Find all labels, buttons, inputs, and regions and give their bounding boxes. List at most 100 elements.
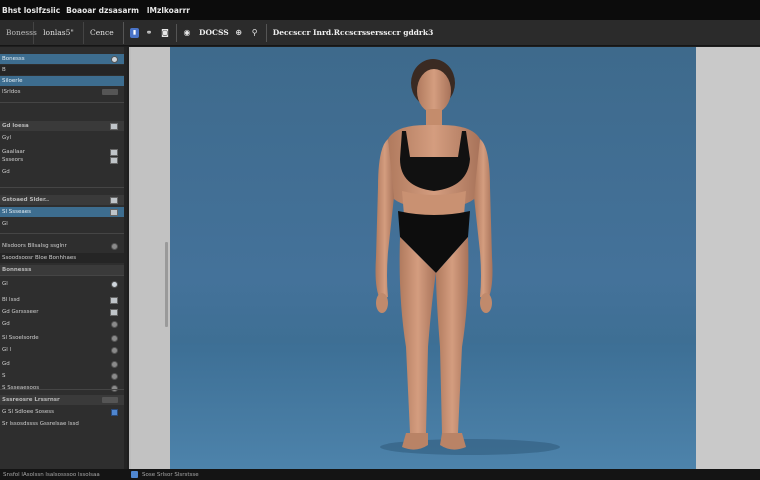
panel-row[interactable]: B xyxy=(0,65,124,75)
panel-row-label: Gl xyxy=(2,281,8,287)
panel-row-label: Gl l xyxy=(2,347,12,353)
panel-row[interactable]: Gd xyxy=(0,319,124,329)
panel-row[interactable]: Ssoodsoosr Bloe Bonhhaes xyxy=(0,253,124,263)
panel-divider xyxy=(0,389,124,390)
link-icon[interactable]: ⚭ xyxy=(143,27,155,39)
panel-row-label: S xyxy=(2,373,6,379)
dial-icon[interactable] xyxy=(111,242,118,250)
dial-icon[interactable] xyxy=(111,320,118,328)
tab-active[interactable]: lonlas5" xyxy=(34,21,84,44)
panel-row-label: Bonnesss xyxy=(2,267,32,273)
panel-row-label: B xyxy=(2,67,6,73)
panel-row[interactable]: S xyxy=(0,371,124,381)
panel-row[interactable]: Nlsdoors Bllsalsg ssglnr xyxy=(0,241,124,251)
status-bar: Snsfol lAsolssn lsalsosssoo lssolsaa Sos… xyxy=(0,469,760,480)
viewport-right-margin xyxy=(696,47,760,469)
info-icon[interactable]: ⊕ xyxy=(233,27,245,39)
title-bar: Bhst loslfzsiic Boaoar dzsasarm lMzlkoar… xyxy=(0,0,760,20)
pin-icon[interactable]: ⚲ xyxy=(249,27,261,39)
panel-row[interactable]: Ssseors xyxy=(0,155,124,165)
panel-row[interactable]: lSrldos xyxy=(0,87,124,97)
render-scene[interactable] xyxy=(170,47,696,469)
panel-row-label: Gd loesa xyxy=(2,123,29,129)
panel-row-label: Sr lssosdssss Gssrelsae lssd xyxy=(2,421,79,427)
panel-row-label: Sl Ssoelsorde xyxy=(2,335,39,341)
panel-row-label: Bl lssd xyxy=(2,297,20,303)
tab-scene[interactable]: Cence xyxy=(84,21,124,44)
panel-row[interactable]: Bl lssd xyxy=(0,295,124,305)
panel-row[interactable]: Gl l xyxy=(0,345,124,355)
panel-divider xyxy=(0,233,124,234)
title-part-3: lMzlkoarrr xyxy=(146,5,190,15)
panel-row-label: lSrldos xyxy=(2,89,21,95)
file-label: Deccsccr Inrd.Rccscrsserssccr gddrk3 xyxy=(272,28,434,37)
value-field[interactable] xyxy=(102,89,118,95)
swatch-button[interactable] xyxy=(110,196,118,204)
panel-row[interactable]: G Sl Sdloee Sosess xyxy=(0,407,124,417)
tab-bones[interactable]: Bonesss xyxy=(0,21,37,44)
viewport-scrollbar[interactable] xyxy=(165,242,168,327)
panel-row[interactable]: Gl xyxy=(0,279,124,289)
panel-row-label: Gd xyxy=(2,169,10,175)
swatch-button[interactable] xyxy=(110,308,118,316)
camera-icon[interactable]: ◙ xyxy=(159,27,171,39)
panel-row[interactable]: Gd Gsrssseer xyxy=(0,307,124,317)
panel-row[interactable]: Gd xyxy=(0,167,124,177)
panel-row-label: Siloerle xyxy=(2,78,23,84)
panel-row-label: Nlsdoors Bllsalsg ssglnr xyxy=(2,243,67,249)
panel-row-label: G Sl Sdloee Sosess xyxy=(2,409,55,415)
panel-scrollbar[interactable] xyxy=(124,47,127,469)
panel-row[interactable]: Sl Ssoelsorde xyxy=(0,333,124,343)
panel-row[interactable]: Sl Ssseaes xyxy=(0,207,124,217)
view-label[interactable]: DOCSS xyxy=(199,28,229,37)
panel-row-label: Gd xyxy=(2,321,10,327)
panel-row-label: Bonesss xyxy=(2,56,25,62)
panel-row[interactable]: Sssreosre Lrssrnsr xyxy=(0,395,124,405)
dial-icon[interactable] xyxy=(111,372,118,380)
value-field[interactable] xyxy=(102,397,118,403)
swatch-button[interactable] xyxy=(110,208,118,216)
toolbar-divider xyxy=(176,23,177,42)
panel-row[interactable]: S Ssseaesoos xyxy=(0,383,124,393)
panel-divider xyxy=(0,187,124,188)
dial-icon[interactable] xyxy=(111,55,118,63)
panel-row[interactable]: Bonesss xyxy=(0,54,124,64)
panel-row-label: Gd xyxy=(2,361,10,367)
panel-row-label: Gl xyxy=(2,221,8,227)
dial-icon[interactable] xyxy=(111,384,118,392)
panel-row[interactable]: Siloerle xyxy=(0,76,124,86)
figure-model[interactable] xyxy=(170,47,696,469)
panel-row-label: Gd Gsrssseer xyxy=(2,309,39,315)
status-left-text: Snsfol lAsolssn lsalsosssoo lssolsaa xyxy=(3,471,100,478)
undo-icon[interactable]: ◉ xyxy=(181,27,193,39)
toolbar: Bonesss lonlas5" Cence ▮ ⚭ ◙ ◉ DOCSS ⊕ ⚲… xyxy=(0,20,760,46)
swatch-button[interactable] xyxy=(110,122,118,130)
swatch-button[interactable] xyxy=(110,296,118,304)
title-part-1: Bhst loslfzsiic xyxy=(2,5,61,15)
swatch-button[interactable] xyxy=(110,156,118,164)
status-icon[interactable] xyxy=(131,471,138,478)
panel-row[interactable]: Gd xyxy=(0,359,124,369)
checkbox[interactable] xyxy=(111,408,118,416)
status-mid-text: Sose Srlsor Slsrstsse xyxy=(142,471,199,478)
properties-panel: Bonesss B Siloerle lSrldos Gd loesa Gyl Gaalla… xyxy=(0,47,127,469)
panel-divider xyxy=(0,102,124,103)
dial-icon[interactable] xyxy=(111,346,118,354)
dial-icon[interactable] xyxy=(111,334,118,342)
panel-row-label: Ssseors xyxy=(2,157,24,163)
panel-row-label: S Ssseaesoos xyxy=(2,385,40,391)
panel-row-label: Gstoaed Slder.. xyxy=(2,197,50,203)
panel-row[interactable]: Gd loesa xyxy=(0,121,124,131)
panel-row[interactable]: Bonnesss xyxy=(0,265,124,275)
dial-icon[interactable] xyxy=(111,280,118,288)
panel-row-label: Sl Ssseaes xyxy=(2,209,31,215)
panel-row-label: Ssoodsoosr Bloe Bonhhaes xyxy=(2,255,77,261)
layers-icon[interactable]: ▮ xyxy=(130,27,139,38)
viewport-left-margin xyxy=(131,47,170,469)
dial-icon[interactable] xyxy=(111,360,118,368)
panel-row[interactable]: Sr lssosdssss Gssrelsae lssd xyxy=(0,419,124,429)
toolbar-divider-2 xyxy=(265,23,267,42)
panel-row[interactable]: Gl xyxy=(0,219,124,229)
panel-row[interactable]: Gstoaed Slder.. xyxy=(0,195,124,205)
panel-row[interactable]: Gyl xyxy=(0,133,124,143)
